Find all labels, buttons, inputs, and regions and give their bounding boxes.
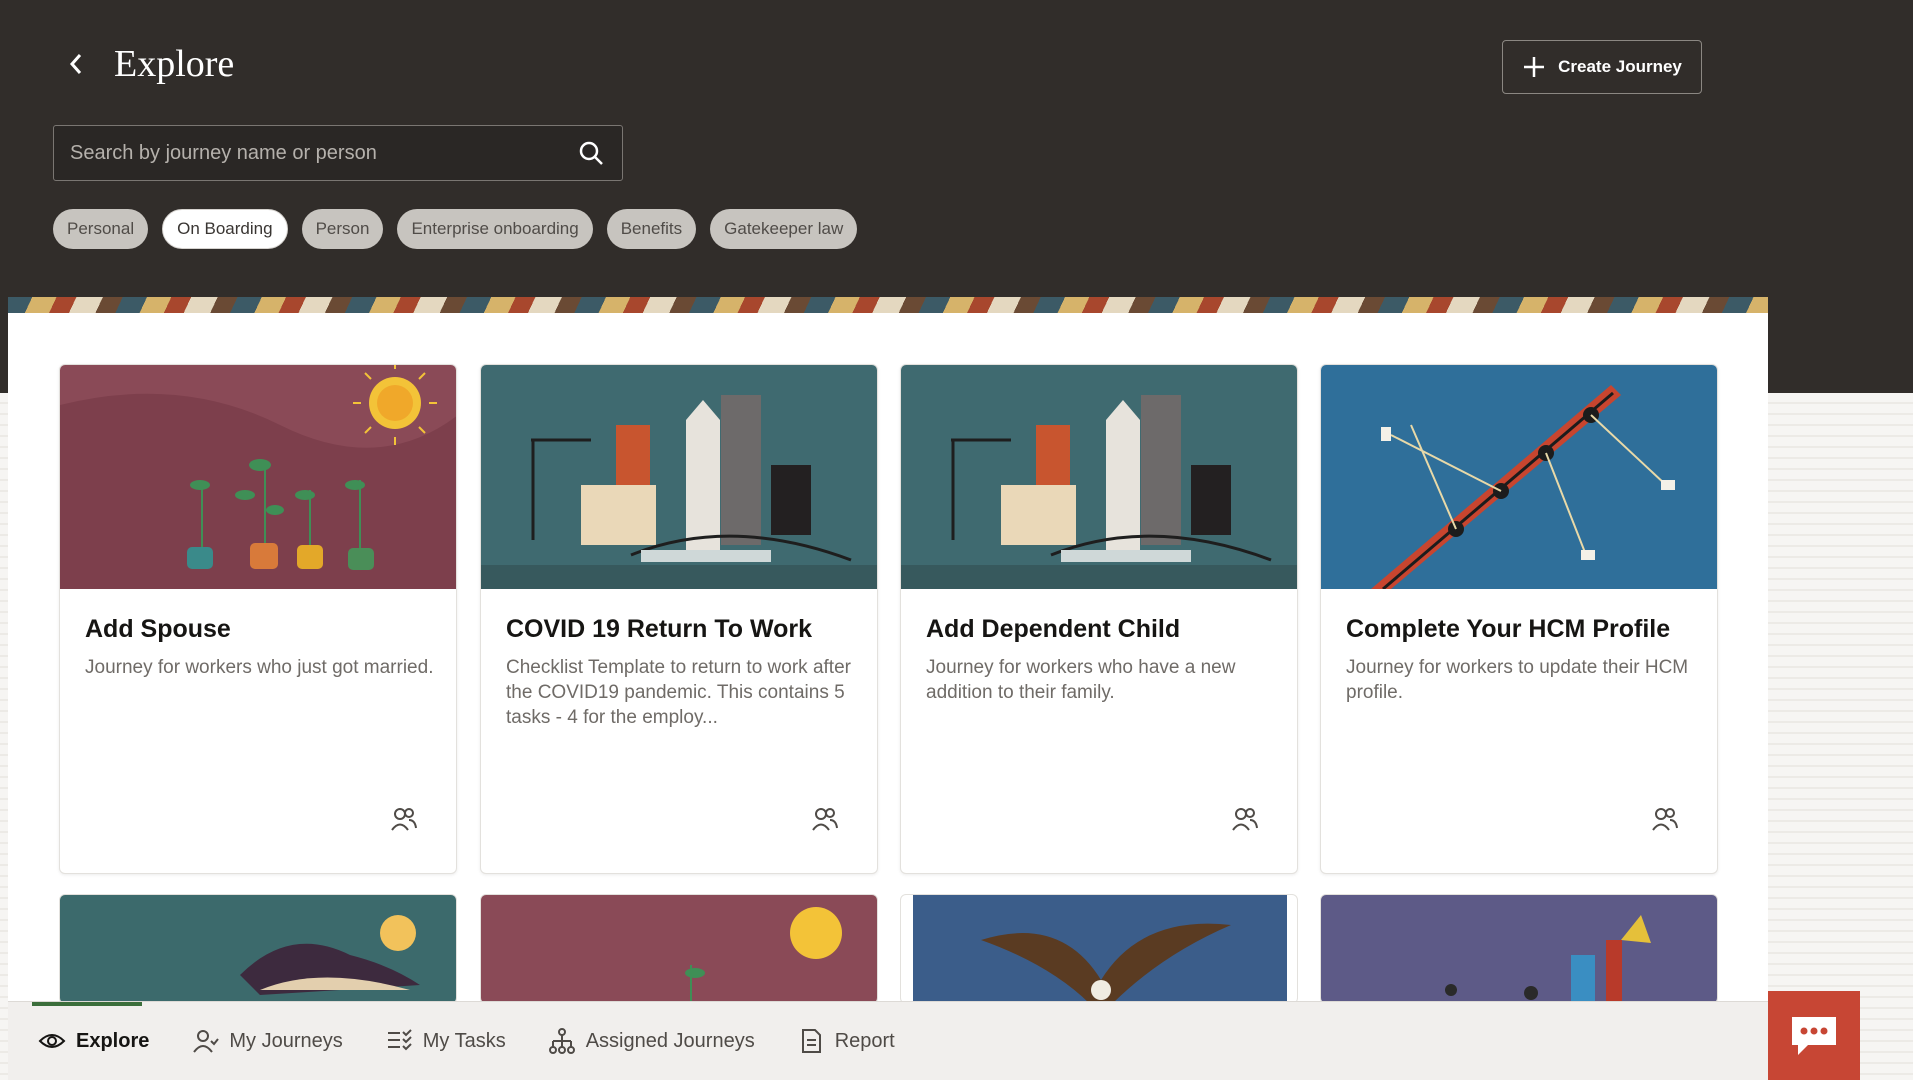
filter-chips: Personal On Boarding Person Enterprise o… [53,209,858,249]
nav-explore[interactable]: Explore [31,1001,150,1080]
person-icon [193,1030,220,1053]
card-description: Checklist Template to return to work aft… [506,657,851,728]
nav-report[interactable]: Report [797,1002,895,1080]
card-description: Journey for workers who have a new addit… [926,657,1236,703]
people-icon [1232,808,1258,831]
search-input[interactable] [70,141,576,165]
decorative-pattern-band [8,297,1768,313]
nav-my-journeys-label: My Journeys [229,1029,343,1052]
card-description: Journey for workers who just got married… [85,657,434,678]
chip-benefits[interactable]: Benefits [606,209,697,249]
plants-sun-illustration [685,907,842,1003]
chip-gatekeeper-law[interactable]: Gatekeeper law [710,209,858,249]
city-skyline-illustration [481,365,877,589]
nav-report-label: Report [834,1029,895,1052]
chat-button[interactable] [1768,991,1860,1080]
nav-assigned-journeys-label: Assigned Journeys [585,1029,755,1052]
page-title: Explore [114,43,235,85]
sleeping-person-illustration [240,915,420,995]
chip-person[interactable]: Person [301,209,384,249]
eye-icon [38,1034,66,1048]
eagle-photo [913,895,1287,1003]
chip-enterprise-onboarding[interactable]: Enterprise onboarding [397,209,593,249]
journey-card-add-dependent-child[interactable]: Add Dependent Child Journey for workers … [900,364,1298,874]
journey-card-row2-2[interactable] [480,894,878,1004]
back-button[interactable] [60,48,92,80]
search-field[interactable] [53,125,623,181]
people-icon [812,808,838,831]
search-icon[interactable] [576,138,606,168]
report-icon [801,1029,821,1053]
bottom-navigation: Explore My Journeys My Tasks Assigned Jo… [8,1001,1768,1080]
nav-my-tasks-label: My Tasks [422,1029,506,1052]
rowing-boat-illustration [1321,365,1717,589]
chip-personal[interactable]: Personal [53,209,149,249]
nav-my-journeys[interactable]: My Journeys [191,1002,343,1080]
journey-card-add-spouse[interactable]: Add Spouse Journey for workers who just … [59,364,457,874]
card-description: Journey for workers to update their HCM … [1346,657,1689,703]
team-climbing-illustration [1445,915,1651,1003]
chat-icon [1792,1016,1836,1055]
nav-my-tasks[interactable]: My Tasks [385,1002,506,1080]
chip-on-boarding[interactable]: On Boarding [162,209,288,249]
plus-icon [1524,57,1545,77]
chevron-left-icon [69,54,82,74]
card-title: Add Spouse [85,615,231,643]
journey-card-covid-return-to-work[interactable]: COVID 19 Return To Work Checklist Templa… [480,364,878,874]
card-title: Complete Your HCM Profile [1346,615,1671,643]
city-skyline-illustration [901,365,1297,589]
nav-explore-label: Explore [76,1029,150,1052]
journey-card-complete-hcm-profile[interactable]: Complete Your HCM Profile Journey for wo… [1320,364,1718,874]
journey-card-row2-3[interactable] [900,894,1298,1004]
card-title: COVID 19 Return To Work [506,615,813,643]
nav-assigned-journeys[interactable]: Assigned Journeys [548,1002,755,1080]
create-journey-button[interactable]: Create Journey [1502,40,1702,94]
tasks-icon [387,1029,412,1051]
journey-card-row2-1[interactable] [59,894,457,1004]
people-icon [391,808,417,831]
create-journey-label: Create Journey [1558,57,1682,76]
card-title: Add Dependent Child [926,615,1181,643]
journey-card-row2-4[interactable] [1320,894,1718,1004]
journey-grid-panel: Add Spouse Journey for workers who just … [8,313,1768,1080]
people-icon [1652,808,1678,831]
hierarchy-icon [548,1028,575,1054]
plants-sun-illustration [60,365,456,589]
